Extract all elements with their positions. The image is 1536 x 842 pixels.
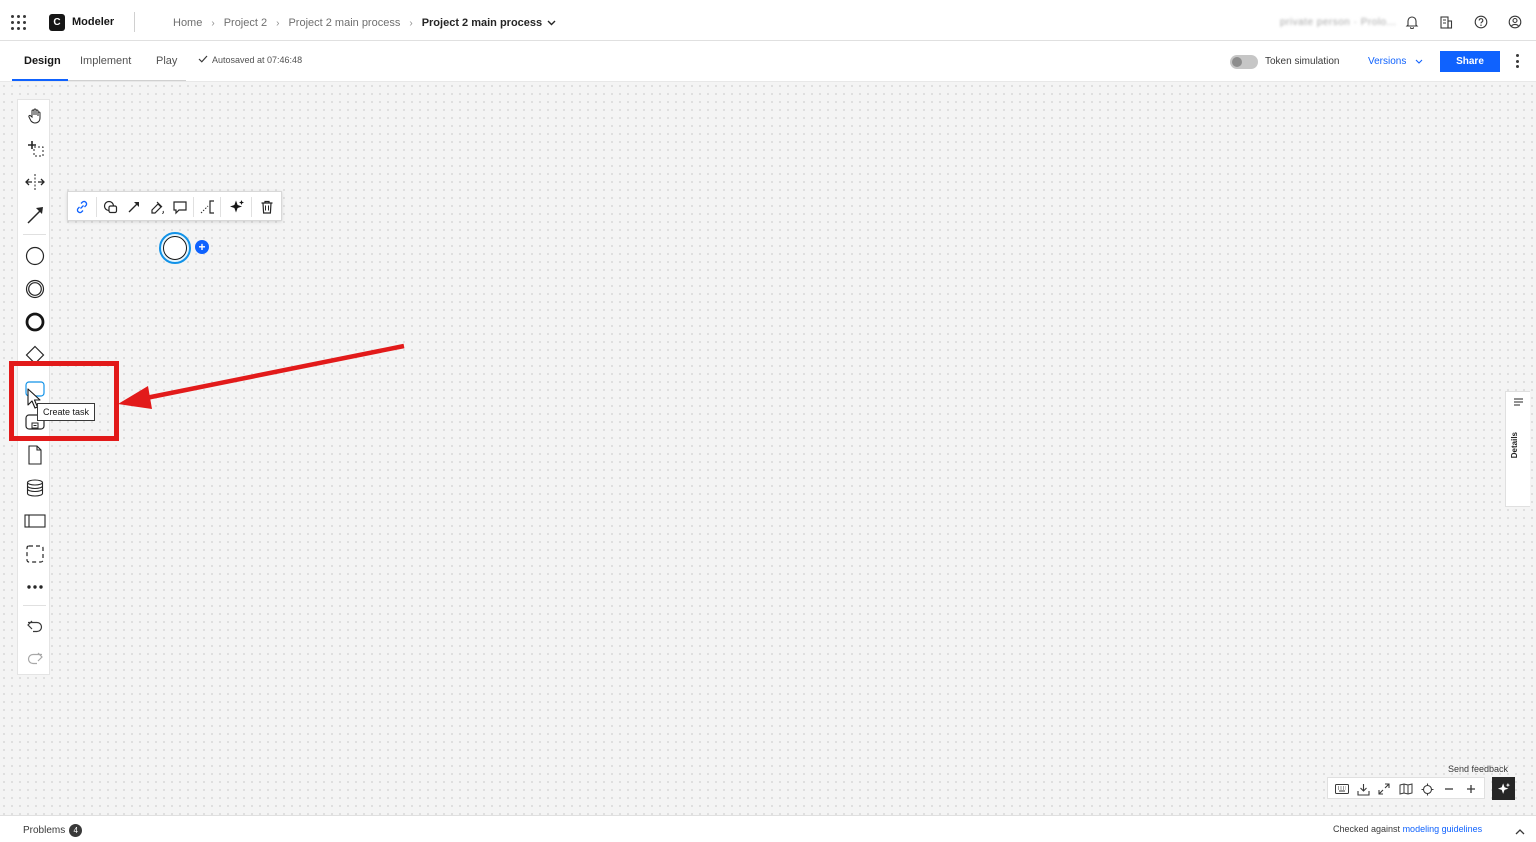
selected-start-event[interactable] xyxy=(159,232,191,264)
ai-sparkle-icon[interactable] xyxy=(228,198,246,216)
data-object-icon[interactable] xyxy=(18,442,51,468)
palette-separator xyxy=(23,234,46,235)
details-label: Details xyxy=(1510,432,1519,459)
problems-toggle[interactable]: Problems 4 xyxy=(23,824,83,837)
chevron-down-icon xyxy=(1415,56,1423,67)
pool-icon[interactable] xyxy=(18,508,51,534)
checkmark-icon xyxy=(198,55,208,65)
versions-label: Versions xyxy=(1368,56,1407,67)
breadcrumb: Home › Project 2 › Project 2 main proces… xyxy=(173,17,556,29)
append-element-plus-icon[interactable]: + xyxy=(195,240,209,254)
canvas-controls xyxy=(1327,777,1485,799)
panel-menu-icon xyxy=(1514,398,1523,406)
group-icon[interactable] xyxy=(18,541,51,567)
breadcrumb-project[interactable]: Project 2 xyxy=(224,17,267,29)
reset-view-icon[interactable] xyxy=(1419,781,1435,797)
breadcrumb-current[interactable]: Project 2 main process xyxy=(422,17,542,29)
tab-design[interactable]: Design xyxy=(24,55,61,67)
zoom-in-icon[interactable] xyxy=(1463,781,1479,797)
bottom-status-bar: Problems 4 Checked against modeling guid… xyxy=(0,815,1536,842)
text-annotation-icon[interactable] xyxy=(199,198,217,216)
fullscreen-icon[interactable] xyxy=(1376,781,1392,797)
lasso-tool-icon[interactable] xyxy=(18,136,51,162)
comment-icon[interactable] xyxy=(171,198,189,216)
ai-sparkle-icon xyxy=(1497,782,1510,794)
chevron-down-icon[interactable] xyxy=(547,18,556,29)
context-pad-separator xyxy=(193,197,194,217)
overflow-menu-icon[interactable] xyxy=(1514,54,1520,68)
tabs-divider xyxy=(68,80,186,81)
autosave-text: Autosaved at 07:46:48 xyxy=(212,55,303,65)
app-name: Modeler xyxy=(72,16,115,28)
help-icon[interactable] xyxy=(1473,14,1489,30)
breadcrumb-separator-icon: › xyxy=(409,17,413,29)
token-simulation-toggle[interactable] xyxy=(1230,55,1258,69)
change-type-icon[interactable] xyxy=(102,198,120,216)
modeling-guidelines-link[interactable]: modeling guidelines xyxy=(1403,824,1483,834)
autosave-status: Autosaved at 07:46:48 xyxy=(198,55,302,65)
notification-bell-icon[interactable] xyxy=(1404,14,1420,30)
guidelines-status: Checked against modeling guidelines xyxy=(1333,824,1482,834)
chevron-up-icon[interactable] xyxy=(1515,824,1525,838)
user-name[interactable]: private person · Prolo... xyxy=(1280,17,1396,28)
start-event-icon[interactable] xyxy=(18,243,51,269)
connect-tool-icon[interactable] xyxy=(18,202,51,228)
app-switcher-icon[interactable] xyxy=(11,15,27,31)
delete-trash-icon[interactable] xyxy=(258,198,276,216)
camunda-logo: C xyxy=(49,14,65,31)
context-pad-separator xyxy=(251,197,252,217)
zoom-out-icon[interactable] xyxy=(1441,781,1457,797)
context-pad-separator xyxy=(220,197,221,217)
context-pad xyxy=(67,191,282,221)
checked-prefix: Checked against xyxy=(1333,824,1401,834)
connect-arrow-icon[interactable] xyxy=(125,198,143,216)
problems-count-badge: 4 xyxy=(69,824,83,837)
breadcrumb-home[interactable]: Home xyxy=(173,17,202,29)
organization-icon[interactable] xyxy=(1438,14,1454,30)
hand-tool-icon[interactable] xyxy=(18,103,51,129)
color-picker-icon[interactable] xyxy=(148,198,166,216)
user-avatar-icon[interactable] xyxy=(1507,14,1523,30)
keyboard-icon[interactable] xyxy=(1334,781,1350,797)
breadcrumb-separator-icon: › xyxy=(211,17,215,29)
tab-play[interactable]: Play xyxy=(156,55,177,67)
active-tab-indicator xyxy=(12,79,68,81)
more-elements-icon[interactable] xyxy=(18,574,51,600)
redo-icon[interactable] xyxy=(18,645,51,671)
download-icon[interactable] xyxy=(1355,781,1371,797)
space-tool-icon[interactable] xyxy=(18,169,51,195)
header-divider xyxy=(134,12,135,32)
link-icon[interactable] xyxy=(73,198,91,216)
token-simulation-label: Token simulation xyxy=(1265,56,1340,67)
share-button[interactable]: Share xyxy=(1440,51,1500,72)
data-store-icon[interactable] xyxy=(18,475,51,501)
versions-menu[interactable]: Versions xyxy=(1368,56,1423,67)
undo-icon[interactable] xyxy=(18,613,51,639)
top-header: C Modeler Home › Project 2 › Project 2 m… xyxy=(0,0,1536,41)
minimap-icon[interactable] xyxy=(1398,781,1414,797)
tab-implement[interactable]: Implement xyxy=(80,55,131,67)
ai-assistant-button[interactable] xyxy=(1492,777,1515,800)
breadcrumb-separator-icon: › xyxy=(276,17,280,29)
annotation-highlight-box xyxy=(9,361,119,441)
end-event-icon[interactable] xyxy=(18,309,51,335)
problems-label: Problems xyxy=(23,825,66,836)
breadcrumb-process[interactable]: Project 2 main process xyxy=(288,17,400,29)
start-event-circle xyxy=(163,236,187,260)
intermediate-event-icon[interactable] xyxy=(18,276,51,302)
palette-separator xyxy=(23,605,46,606)
context-pad-separator xyxy=(96,197,97,217)
send-feedback-link[interactable]: Send feedback xyxy=(1448,764,1508,774)
